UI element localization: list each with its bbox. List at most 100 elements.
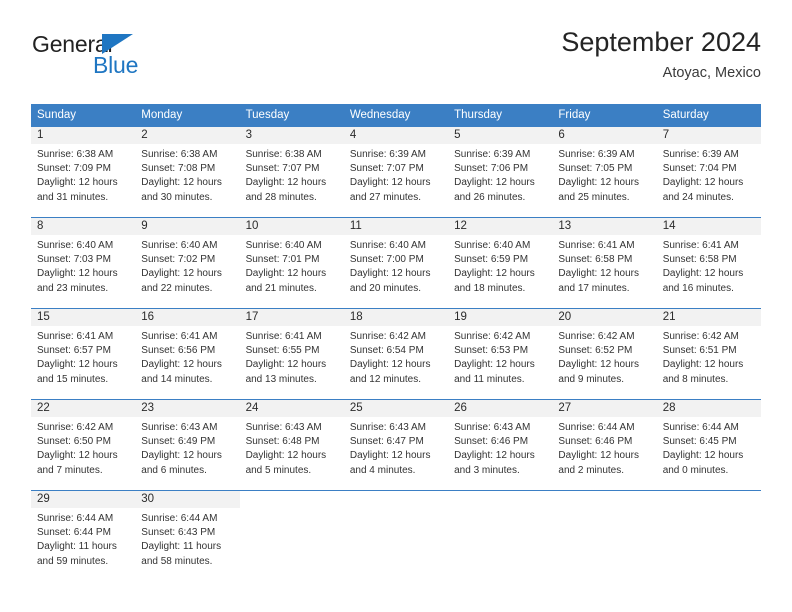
day-cell[interactable]: 29 Sunrise: 6:44 AM Sunset: 6:44 PM Dayl… [31, 491, 136, 575]
daylight-text-line1: Daylight: 12 hours [349, 359, 431, 371]
day-info: Sunrise: 6:39 AM Sunset: 7:07 PM Dayligh… [344, 144, 448, 211]
sunrise-text: Sunrise: 6:41 AM [558, 240, 635, 251]
day-info: Sunrise: 6:42 AM Sunset: 6:52 PM Dayligh… [552, 326, 656, 393]
day-number: 4 [349, 128, 357, 141]
day-cell[interactable]: 7 Sunrise: 6:39 AM Sunset: 7:04 PM Dayli… [656, 127, 761, 217]
day-cell[interactable]: 11 Sunrise: 6:40 AM Sunset: 7:00 PM Dayl… [343, 218, 449, 308]
day-cell[interactable]: 22 Sunrise: 6:42 AM Sunset: 6:50 PM Dayl… [31, 400, 136, 490]
day-number: 21 [662, 310, 676, 323]
day-number-strip: 30 [135, 491, 240, 508]
day-info: Sunrise: 6:38 AM Sunset: 7:07 PM Dayligh… [240, 144, 344, 211]
day-cell[interactable]: 19 Sunrise: 6:42 AM Sunset: 6:53 PM Dayl… [448, 309, 553, 399]
day-cell[interactable]: 23 Sunrise: 6:43 AM Sunset: 6:49 PM Dayl… [135, 400, 240, 490]
daylight-text-line1: Daylight: 12 hours [141, 177, 222, 189]
day-cell[interactable]: 18 Sunrise: 6:42 AM Sunset: 6:54 PM Dayl… [343, 309, 449, 399]
day-number: 15 [37, 310, 50, 323]
sunset-text: Sunset: 6:48 PM [245, 436, 320, 448]
daylight-text-line1: Daylight: 12 hours [662, 450, 744, 462]
day-cell-empty [239, 491, 344, 575]
sunset-text: Sunset: 7:07 PM [349, 163, 424, 175]
sunrise-text: Sunrise: 6:44 AM [141, 513, 218, 524]
day-number: 9 [141, 219, 148, 232]
sunrise-text: Sunrise: 6:40 AM [141, 240, 218, 251]
general-blue-logo[interactable]: General Blue [31, 28, 251, 88]
day-number: 8 [37, 219, 44, 232]
sunrise-text: Sunrise: 6:39 AM [662, 149, 739, 160]
day-cell[interactable]: 14 Sunrise: 6:41 AM Sunset: 6:58 PM Dayl… [656, 218, 761, 308]
day-number-strip: 24 [239, 400, 344, 417]
daylight-text-line2: and 8 minutes. [662, 373, 729, 385]
day-cell[interactable]: 3 Sunrise: 6:38 AM Sunset: 7:07 PM Dayli… [239, 127, 344, 217]
daylight-text-line1: Daylight: 11 hours [141, 541, 222, 553]
day-cell[interactable]: 21 Sunrise: 6:42 AM Sunset: 6:51 PM Dayl… [656, 309, 761, 399]
sunrise-text: Sunrise: 6:41 AM [662, 240, 739, 251]
daylight-text-line2: and 26 minutes. [454, 191, 526, 203]
day-cell[interactable]: 10 Sunrise: 6:40 AM Sunset: 7:01 PM Dayl… [239, 218, 344, 308]
day-number-strip: 23 [135, 400, 240, 417]
day-cell[interactable]: 27 Sunrise: 6:44 AM Sunset: 6:46 PM Dayl… [552, 400, 657, 490]
daylight-text-line2: and 14 minutes. [141, 373, 213, 385]
daylight-text-line1: Daylight: 12 hours [558, 268, 640, 280]
day-number-strip: 13 [552, 218, 657, 235]
day-info: Sunrise: 6:39 AM Sunset: 7:04 PM Dayligh… [657, 144, 761, 211]
sunrise-text: Sunrise: 6:40 AM [37, 240, 114, 251]
calendar-page: General Blue September 2024 Atoyac, Mexi… [0, 0, 792, 612]
sunset-text: Sunset: 6:49 PM [141, 436, 216, 448]
day-cell[interactable]: 5 Sunrise: 6:39 AM Sunset: 7:06 PM Dayli… [448, 127, 553, 217]
day-info: Sunrise: 6:40 AM Sunset: 7:02 PM Dayligh… [135, 235, 239, 302]
sunset-text: Sunset: 7:02 PM [141, 254, 216, 266]
day-cell[interactable]: 16 Sunrise: 6:41 AM Sunset: 6:56 PM Dayl… [135, 309, 240, 399]
daylight-text-line1: Daylight: 12 hours [37, 450, 118, 462]
day-cell[interactable]: 9 Sunrise: 6:40 AM Sunset: 7:02 PM Dayli… [135, 218, 240, 308]
day-cell[interactable]: 4 Sunrise: 6:39 AM Sunset: 7:07 PM Dayli… [343, 127, 449, 217]
day-cell[interactable]: 26 Sunrise: 6:43 AM Sunset: 6:46 PM Dayl… [448, 400, 553, 490]
sunset-text: Sunset: 6:54 PM [349, 345, 424, 357]
day-cell[interactable]: 2 Sunrise: 6:38 AM Sunset: 7:08 PM Dayli… [135, 127, 240, 217]
day-cell[interactable]: 15 Sunrise: 6:41 AM Sunset: 6:57 PM Dayl… [31, 309, 136, 399]
day-cell[interactable]: 1 Sunrise: 6:38 AM Sunset: 7:09 PM Dayli… [31, 127, 136, 217]
sunset-text: Sunset: 6:59 PM [454, 254, 529, 266]
sunset-text: Sunset: 6:44 PM [37, 527, 111, 539]
day-number: 12 [454, 219, 467, 232]
day-number-strip: 12 [448, 218, 553, 235]
daylight-text-line1: Daylight: 12 hours [454, 359, 535, 371]
day-number: 22 [37, 401, 50, 414]
day-number-strip: 4 [343, 127, 449, 144]
sunset-text: Sunset: 6:55 PM [245, 345, 320, 357]
day-number: 13 [558, 219, 572, 232]
day-cell[interactable]: 30 Sunrise: 6:44 AM Sunset: 6:43 PM Dayl… [135, 491, 240, 575]
day-cell[interactable]: 8 Sunrise: 6:40 AM Sunset: 7:03 PM Dayli… [31, 218, 136, 308]
day-cell[interactable]: 24 Sunrise: 6:43 AM Sunset: 6:48 PM Dayl… [239, 400, 344, 490]
sunset-text: Sunset: 6:52 PM [558, 345, 633, 357]
sunset-text: Sunset: 6:46 PM [454, 436, 529, 448]
sunset-text: Sunset: 7:07 PM [245, 163, 320, 175]
day-cell[interactable]: 28 Sunrise: 6:44 AM Sunset: 6:45 PM Dayl… [656, 400, 761, 490]
sunset-text: Sunset: 6:53 PM [454, 345, 529, 357]
daylight-text-line1: Daylight: 12 hours [37, 359, 118, 371]
day-number: 26 [454, 401, 467, 414]
calendar-week-row: 8 Sunrise: 6:40 AM Sunset: 7:03 PM Dayli… [31, 217, 761, 308]
daylight-text-line2: and 30 minutes. [141, 191, 213, 203]
daylight-text-line2: and 7 minutes. [37, 464, 103, 476]
daylight-text-line1: Daylight: 12 hours [349, 177, 431, 189]
sunset-text: Sunset: 6:57 PM [37, 345, 111, 357]
sunrise-text: Sunrise: 6:43 AM [454, 422, 531, 433]
sunset-text: Sunset: 7:04 PM [662, 163, 737, 175]
calendar-table: Sunday Monday Tuesday Wednesday Thursday… [31, 104, 761, 575]
day-cell[interactable]: 20 Sunrise: 6:42 AM Sunset: 6:52 PM Dayl… [552, 309, 657, 399]
day-number-strip: 7 [656, 127, 761, 144]
day-cell[interactable]: 17 Sunrise: 6:41 AM Sunset: 6:55 PM Dayl… [239, 309, 344, 399]
sunrise-text: Sunrise: 6:42 AM [454, 331, 531, 342]
day-number: 23 [141, 401, 155, 414]
day-number: 24 [245, 401, 259, 414]
daylight-text-line2: and 3 minutes. [454, 464, 520, 476]
day-info: Sunrise: 6:44 AM Sunset: 6:45 PM Dayligh… [657, 417, 761, 484]
day-number: 20 [558, 310, 572, 323]
day-cell[interactable]: 6 Sunrise: 6:39 AM Sunset: 7:05 PM Dayli… [552, 127, 657, 217]
day-info: Sunrise: 6:41 AM Sunset: 6:55 PM Dayligh… [240, 326, 344, 393]
day-cell[interactable]: 13 Sunrise: 6:41 AM Sunset: 6:58 PM Dayl… [552, 218, 657, 308]
day-cell[interactable]: 25 Sunrise: 6:43 AM Sunset: 6:47 PM Dayl… [343, 400, 449, 490]
sunrise-text: Sunrise: 6:41 AM [245, 331, 322, 342]
sunrise-text: Sunrise: 6:40 AM [349, 240, 426, 251]
day-cell[interactable]: 12 Sunrise: 6:40 AM Sunset: 6:59 PM Dayl… [448, 218, 553, 308]
